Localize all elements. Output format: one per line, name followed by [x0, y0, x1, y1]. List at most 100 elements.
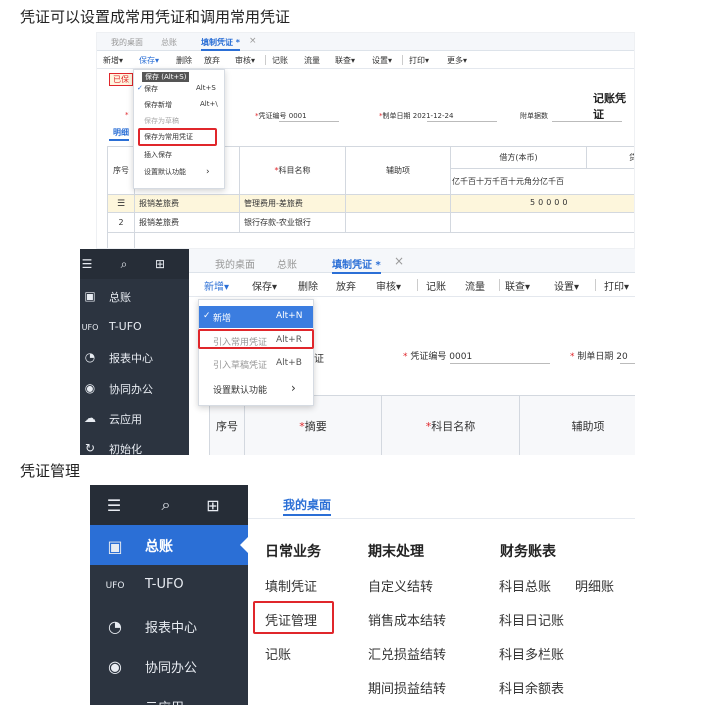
row2-seq: 2	[107, 212, 135, 233]
toolbar-post[interactable]: 记账	[272, 55, 288, 66]
column-title-reports: 财务账表	[500, 544, 556, 560]
sidebar-item-collab[interactable]: ◉ 协同办公	[90, 645, 248, 685]
toolbar-query[interactable]: 联查▾	[505, 278, 530, 293]
menu-save[interactable]: ✓ 保存 Alt+S	[134, 84, 224, 98]
toolbar-more[interactable]: 更多▾	[447, 55, 467, 66]
link-detail-ledger[interactable]: 明细账	[575, 576, 614, 595]
sidebar: ☰ ⌕ ⊞ ▣ 总账 UFO T-UFO ◔ 报表中心 ◉ 协同办公 ☁ 云应用 ↻ 初始化	[80, 249, 189, 455]
sidebar: ☰ ⌕ ⊞ ▣总账 UFOT-UFO ◔报表中心 ◉协同办公 ☁云应用	[90, 485, 248, 705]
attach-field: 附单据数	[520, 112, 548, 120]
toolbar-save[interactable]: 保存▾	[139, 55, 159, 66]
highlight-import-common	[198, 329, 314, 349]
menu-icon[interactable]: ☰	[104, 495, 124, 515]
link-multi-column[interactable]: 科目多栏账	[499, 644, 564, 663]
toolbar-settings[interactable]: 设置▾	[372, 55, 392, 66]
link-period-pl-transfer[interactable]: 期间损益结转	[368, 678, 446, 697]
close-icon[interactable]: ×	[249, 36, 257, 46]
close-icon[interactable]: ×	[394, 254, 404, 268]
link-subject-ledger[interactable]: 科目总账	[499, 576, 551, 595]
menu-default-setting[interactable]: 设置默认功能 ›	[199, 380, 313, 398]
row2-aux[interactable]	[345, 212, 451, 233]
add-icon[interactable]: ⊞	[152, 256, 168, 272]
sidebar-item-tufo[interactable]: UFO T-UFO	[80, 315, 189, 341]
toolbar-query[interactable]: 联查▾	[335, 55, 355, 66]
toolbar-post[interactable]: 记账	[426, 278, 446, 293]
tab-detail[interactable]: 明细	[113, 127, 129, 138]
sidebar-item-init[interactable]: ↻ 初始化	[80, 436, 189, 455]
col-debit: 借方(本币)	[450, 146, 587, 169]
row1-summary[interactable]: 报销差旅费	[134, 194, 240, 213]
collab-icon: ◉	[108, 656, 122, 676]
menu-new[interactable]: ✓ 新增 Alt+N	[199, 306, 313, 328]
tab-fill-voucher[interactable]: 填制凭证 *	[201, 37, 240, 51]
tab-desktop[interactable]: 我的桌面	[111, 37, 143, 48]
tab-ledger[interactable]: 总账	[161, 37, 177, 48]
tab-ledger[interactable]: 总账	[277, 256, 297, 271]
sidebar-item-reports[interactable]: ◔ 报表中心	[80, 345, 189, 371]
toolbar-new[interactable]: 新增▾	[103, 55, 123, 66]
link-custom-transfer[interactable]: 自定义结转	[368, 576, 433, 595]
menu-save-new[interactable]: 保存新增 Alt+\	[134, 100, 224, 114]
col-credit: 贷	[586, 146, 634, 169]
row1-amount: 50000	[530, 198, 571, 207]
toolbar-delete[interactable]: 删除	[176, 55, 192, 66]
date-field: * 制单日期 20	[570, 352, 628, 362]
tab-fill-voucher[interactable]: 填制凭证 *	[332, 256, 381, 274]
link-sales-cost-transfer[interactable]: 销售成本结转	[368, 610, 446, 629]
date-field: *制单日期 2021-12-24	[379, 112, 454, 120]
menu-insert-save[interactable]: 插入保存	[134, 150, 224, 164]
cloud-icon: ☁	[104, 695, 126, 706]
new-dropdown-menu: ✓ 新增 Alt+N 引入常用凭证 Alt+R 引入草稿凭证 Alt+B 设置默认功能 ›	[198, 299, 314, 406]
search-icon[interactable]: ⌕	[156, 495, 176, 515]
toolbar-print[interactable]: 打印▾	[604, 278, 629, 293]
link-post[interactable]: 记账	[265, 644, 291, 663]
sidebar-item-ledger[interactable]: ▣ 总账	[80, 284, 189, 310]
toolbar-print[interactable]: 打印▾	[409, 55, 429, 66]
sidebar-item-tufo[interactable]: UFO T-UFO	[90, 565, 248, 605]
toolbar-review[interactable]: 审核▾	[235, 55, 255, 66]
add-icon[interactable]: ⊞	[203, 495, 223, 515]
pie-chart-icon: ◔	[84, 350, 96, 364]
toolbar-new[interactable]: 新增▾	[204, 278, 229, 293]
link-subject-journal[interactable]: 科目日记账	[499, 610, 564, 629]
toolbar-discard[interactable]: 放弃	[204, 55, 220, 66]
link-fill-voucher[interactable]: 填制凭证	[265, 576, 317, 595]
form-title: 记账凭证	[593, 92, 626, 121]
menu-icon[interactable]: ☰	[80, 257, 94, 271]
row2-summary[interactable]: 报销差旅费	[134, 212, 240, 233]
tab-desktop[interactable]: 我的桌面	[283, 496, 332, 516]
partial-label: 证	[314, 354, 324, 365]
row1-aux[interactable]	[345, 194, 451, 213]
menu-default-setting[interactable]: 设置默认功能 ›	[134, 167, 224, 181]
row-drag-icon[interactable]: ☰	[107, 194, 135, 213]
highlight-voucher-management	[253, 601, 334, 634]
sidebar-item-reports[interactable]: ◔ 报表中心	[90, 605, 248, 645]
col-subject: * 科目名称	[239, 146, 346, 195]
toolbar-save[interactable]: 保存▾	[252, 278, 277, 293]
sidebar-item-cloud[interactable]: ☁云应用	[90, 685, 248, 706]
caption-top: 凭证可以设置成常用凭证和调用常用凭证	[20, 8, 291, 26]
collab-icon: ◉	[84, 381, 96, 395]
sidebar-item-cloud[interactable]: ☁云应用	[80, 406, 189, 432]
toolbar-flow[interactable]: 流量	[465, 278, 485, 293]
toolbar-delete[interactable]: 删除	[298, 278, 318, 293]
toolbar-review[interactable]: 审核▾	[376, 278, 401, 293]
voucher-no-field: * 凭证编号 0001	[403, 352, 473, 362]
row1-subject[interactable]: 管理费用-差旅费	[239, 194, 346, 213]
link-exchange-transfer[interactable]: 汇兑损益结转	[368, 644, 446, 663]
save-tooltip: 保存 (Alt+S)	[142, 72, 190, 82]
screenshot-desktop-menu: ☰ ⌕ ⊞ ▣总账 UFOT-UFO ◔报表中心 ◉协同办公 ☁云应用 我的桌面…	[90, 485, 635, 705]
menu-import-draft[interactable]: 引入草稿凭证 Alt+B	[199, 355, 313, 373]
search-icon[interactable]: ⌕	[116, 256, 132, 272]
sidebar-item-collab[interactable]: ◉ 协同办公	[80, 376, 189, 402]
toolbar-flow[interactable]: 流量	[304, 55, 320, 66]
row2-subject[interactable]: 银行存款-农业银行	[239, 212, 346, 233]
sidebar-item-ledger[interactable]: ▣ 总账	[90, 525, 248, 565]
tab-desktop[interactable]: 我的桌面	[215, 256, 255, 271]
screenshot-save-common: 我的桌面 总账 填制凭证 * × 新增▾ 保存▾ 删除 放弃 审核▾ 记账 流量…	[96, 32, 635, 249]
toolbar-settings[interactable]: 设置▾	[554, 278, 579, 293]
toolbar-discard[interactable]: 放弃	[336, 278, 356, 293]
ufo-icon: UFO	[81, 322, 99, 332]
link-balance-table[interactable]: 科目余额表	[499, 678, 564, 697]
screenshot-import-common: ☰ ⌕ ⊞ ▣ 总账 UFO T-UFO ◔ 报表中心 ◉ 协同办公 ☁ 云应用 ↻ 初始化…	[80, 249, 635, 455]
